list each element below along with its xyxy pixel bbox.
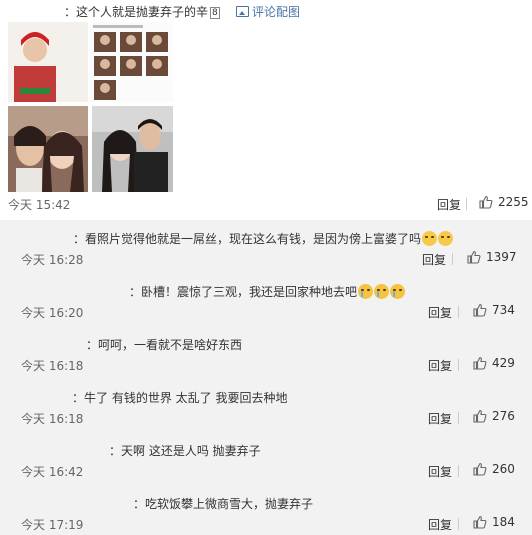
- comment-like-count: 734: [492, 303, 515, 317]
- post-like-count: 2255: [498, 195, 529, 209]
- thumbs-up-icon: [467, 250, 481, 264]
- divider: [458, 465, 459, 477]
- comment-like-count: 429: [492, 356, 515, 370]
- comment-content: ：牛了 有钱的世界 太乱了 我要回去种地: [72, 391, 288, 405]
- comment-like-button[interactable]: 429: [473, 356, 515, 370]
- comment-content: ：呵呵，一看就不是啥好东西: [86, 338, 243, 352]
- count-badge: 8: [210, 7, 220, 19]
- post-time: 今天 15:42: [8, 198, 71, 212]
- comment-text: ：天啊 这还是人吗 抛妻弃子: [109, 442, 261, 459]
- comment-text: ：牛了 有钱的世界 太乱了 我要回去种地: [72, 389, 287, 406]
- comment-text: ：吃软饭攀上微商雪大，抛妻弃子: [133, 495, 313, 512]
- comment-pic-link[interactable]: 评论配图: [236, 3, 300, 20]
- comment-like-button[interactable]: 260: [473, 462, 515, 476]
- comment-pic-label: 评论配图: [252, 5, 301, 19]
- photo-couple[interactable]: [92, 106, 173, 192]
- thumbs-up-icon: [473, 356, 487, 370]
- thumbs-up-icon: [479, 195, 493, 209]
- sweat-smile-emoji: [438, 231, 454, 246]
- sweat-smile-emoji: [422, 231, 438, 246]
- post-reply-button[interactable]: 回复: [437, 196, 461, 213]
- photo-collage[interactable]: [8, 22, 173, 192]
- post-text-content: ：这个人就是抛妻弃子的辛: [64, 5, 209, 19]
- comment-like-count: 260: [492, 462, 515, 476]
- comment-time: 今天 16:18: [21, 359, 84, 373]
- comment-text: ：卧槽！震惊了三观，我还是回家种地去吧: [129, 283, 406, 300]
- post-text: ：这个人就是抛妻弃子的辛 8: [64, 3, 220, 20]
- comment-reply-button[interactable]: 回复: [428, 357, 452, 374]
- comment-content: ：看照片觉得他就是一屌丝，现在这么有钱，是因为傍上富婆了吗: [73, 232, 422, 246]
- comment-reply-button[interactable]: 回复: [422, 251, 446, 268]
- divider: [458, 518, 459, 530]
- divider: [452, 253, 453, 265]
- comment-time: 今天 16:28: [21, 253, 84, 267]
- crying-emoji: [358, 284, 374, 299]
- photo-child[interactable]: [8, 22, 88, 102]
- image-icon: [236, 6, 249, 17]
- comment-like-button[interactable]: 184: [473, 515, 515, 529]
- thumbs-up-icon: [473, 303, 487, 317]
- crying-emoji: [374, 284, 390, 299]
- comment-content: ：卧槽！震惊了三观，我还是回家种地去吧: [129, 285, 358, 299]
- crying-emoji: [390, 284, 406, 299]
- thumbs-up-icon: [473, 409, 487, 423]
- comment-time: 今天 16:20: [21, 306, 84, 320]
- comment-text: ：呵呵，一看就不是啥好东西: [86, 336, 242, 353]
- comment-like-button[interactable]: 734: [473, 303, 515, 317]
- comment-like-count: 276: [492, 409, 515, 423]
- photo-screenshot-grid[interactable]: [90, 22, 173, 102]
- comment-reply-button[interactable]: 回复: [428, 304, 452, 321]
- thumbs-up-icon: [473, 515, 487, 529]
- comment-reply-button[interactable]: 回复: [428, 410, 452, 427]
- comment-content: ：吃软饭攀上微商雪大，抛妻弃子: [133, 497, 314, 511]
- comment-content: ：天啊 这还是人吗 抛妻弃子: [109, 444, 261, 458]
- thumbs-up-icon: [473, 462, 487, 476]
- photo-couple-selfie[interactable]: [8, 106, 88, 192]
- comment-like-button[interactable]: 276: [473, 409, 515, 423]
- post-like-button[interactable]: 2255: [479, 195, 529, 209]
- comment-text: ：看照片觉得他就是一屌丝，现在这么有钱，是因为傍上富婆了吗: [73, 230, 454, 247]
- comment-time: 今天 17:19: [21, 518, 84, 532]
- divider: [466, 198, 467, 210]
- divider: [458, 359, 459, 371]
- divider: [458, 412, 459, 424]
- divider: [458, 306, 459, 318]
- comment-time: 今天 16:18: [21, 412, 84, 426]
- original-post: ：这个人就是抛妻弃子的辛 8 评论配图 今天 15:42 回复 2255: [0, 0, 532, 220]
- comment-reply-button[interactable]: 回复: [428, 516, 452, 533]
- comment-like-count: 1397: [486, 250, 517, 264]
- comment-time: 今天 16:42: [21, 465, 84, 479]
- comment-reply-button[interactable]: 回复: [428, 463, 452, 480]
- comment-like-count: 184: [492, 515, 515, 529]
- comment-like-button[interactable]: 1397: [467, 250, 517, 264]
